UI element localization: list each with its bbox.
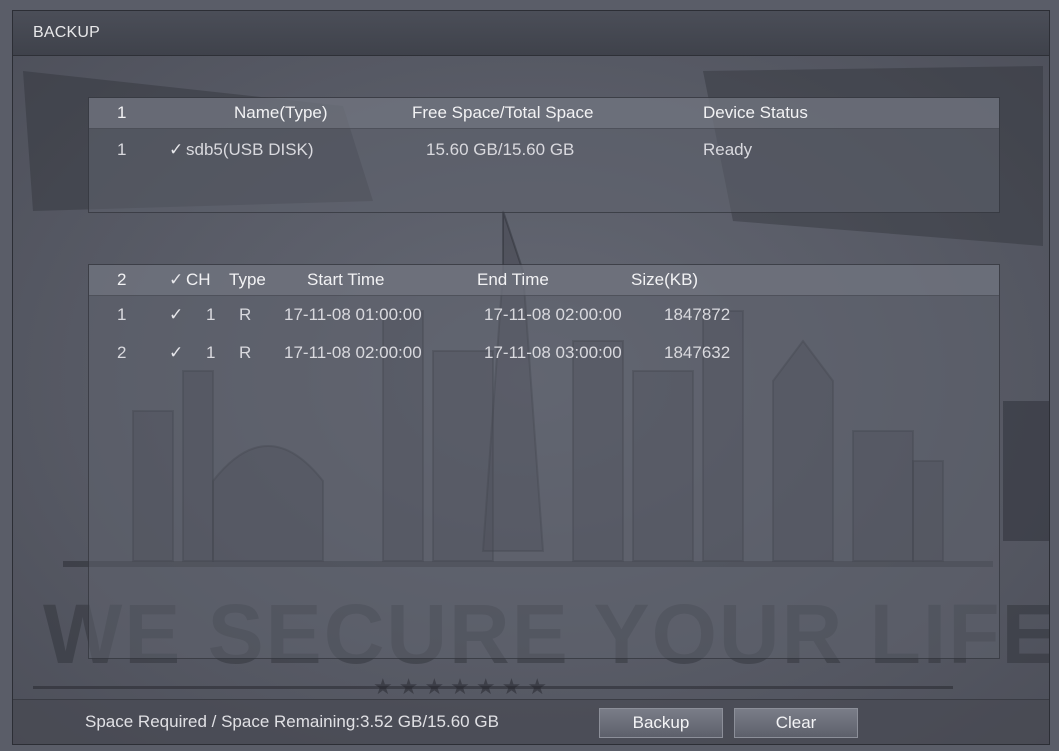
clear-button[interactable]: Clear <box>734 708 858 738</box>
footer-bar: Space Required / Space Remaining:3.52 GB… <box>13 699 1049 744</box>
file-row-type: R <box>239 305 252 324</box>
file-row-ch: 1 <box>206 343 216 362</box>
file-header-select-all-checkbox[interactable]: ✓ <box>169 270 183 290</box>
file-row-start-time: 17-11-08 01:00:00 <box>284 305 422 324</box>
file-row-checkbox[interactable]: ✓ <box>169 343 183 363</box>
space-summary: Space Required / Space Remaining:3.52 GB… <box>85 712 499 731</box>
watermark-stars: ★★★★★★★ <box>373 674 554 699</box>
file-header-start-time[interactable]: Start Time <box>307 270 384 290</box>
file-row-ch: 1 <box>206 305 216 324</box>
device-row-space: 15.60 GB/15.60 GB <box>426 140 575 159</box>
file-row-end-time: 17-11-08 03:00:00 <box>484 343 622 362</box>
file-row[interactable]: 2 ✓ 1 R 17-11-08 02:00:00 17-11-08 03:00… <box>89 339 999 371</box>
file-header-ch[interactable]: CH <box>186 270 211 290</box>
file-table: 2 ✓ CH Type Start Time End Time Size(KB)… <box>88 264 1000 659</box>
file-header-end-time[interactable]: End Time <box>477 270 549 290</box>
device-header-name[interactable]: Name(Type) <box>234 103 328 123</box>
title-bar: BACKUP <box>13 11 1049 56</box>
device-row-name: sdb5(USB DISK) <box>186 140 314 159</box>
file-row-index: 2 <box>117 343 127 362</box>
file-row-start-time: 17-11-08 02:00:00 <box>284 343 422 362</box>
window-title: BACKUP <box>33 24 100 41</box>
device-header-status[interactable]: Device Status <box>703 103 808 123</box>
file-row-end-time: 17-11-08 02:00:00 <box>484 305 622 324</box>
backup-window: WE SECURE YOUR LIFE ★★★★★★★ BACKUP 1 Nam… <box>12 10 1050 745</box>
device-row-status: Ready <box>703 140 753 159</box>
device-table-header: 1 Name(Type) Free Space/Total Space Devi… <box>89 98 999 129</box>
file-table-header: 2 ✓ CH Type Start Time End Time Size(KB) <box>89 265 999 296</box>
file-header-type[interactable]: Type <box>229 270 266 290</box>
device-header-space[interactable]: Free Space/Total Space <box>412 103 593 123</box>
file-header-size[interactable]: Size(KB) <box>631 270 698 290</box>
device-row-index: 1 <box>117 140 127 159</box>
file-row-size: 1847872 <box>664 305 731 324</box>
file-row-type: R <box>239 343 252 362</box>
file-row-size: 1847632 <box>664 343 731 362</box>
file-row[interactable]: 1 ✓ 1 R 17-11-08 01:00:00 17-11-08 02:00… <box>89 301 999 333</box>
file-row-checkbox[interactable]: ✓ <box>169 305 183 325</box>
device-header-index: 1 <box>117 103 127 122</box>
device-row[interactable]: 1 ✓ sdb5(USB DISK) 15.60 GB/15.60 GB Rea… <box>89 136 999 168</box>
file-row-index: 1 <box>117 305 127 324</box>
backup-button[interactable]: Backup <box>599 708 723 738</box>
device-table: 1 Name(Type) Free Space/Total Space Devi… <box>88 97 1000 213</box>
device-row-checkbox[interactable]: ✓ <box>169 140 183 160</box>
file-header-index: 2 <box>117 270 127 289</box>
